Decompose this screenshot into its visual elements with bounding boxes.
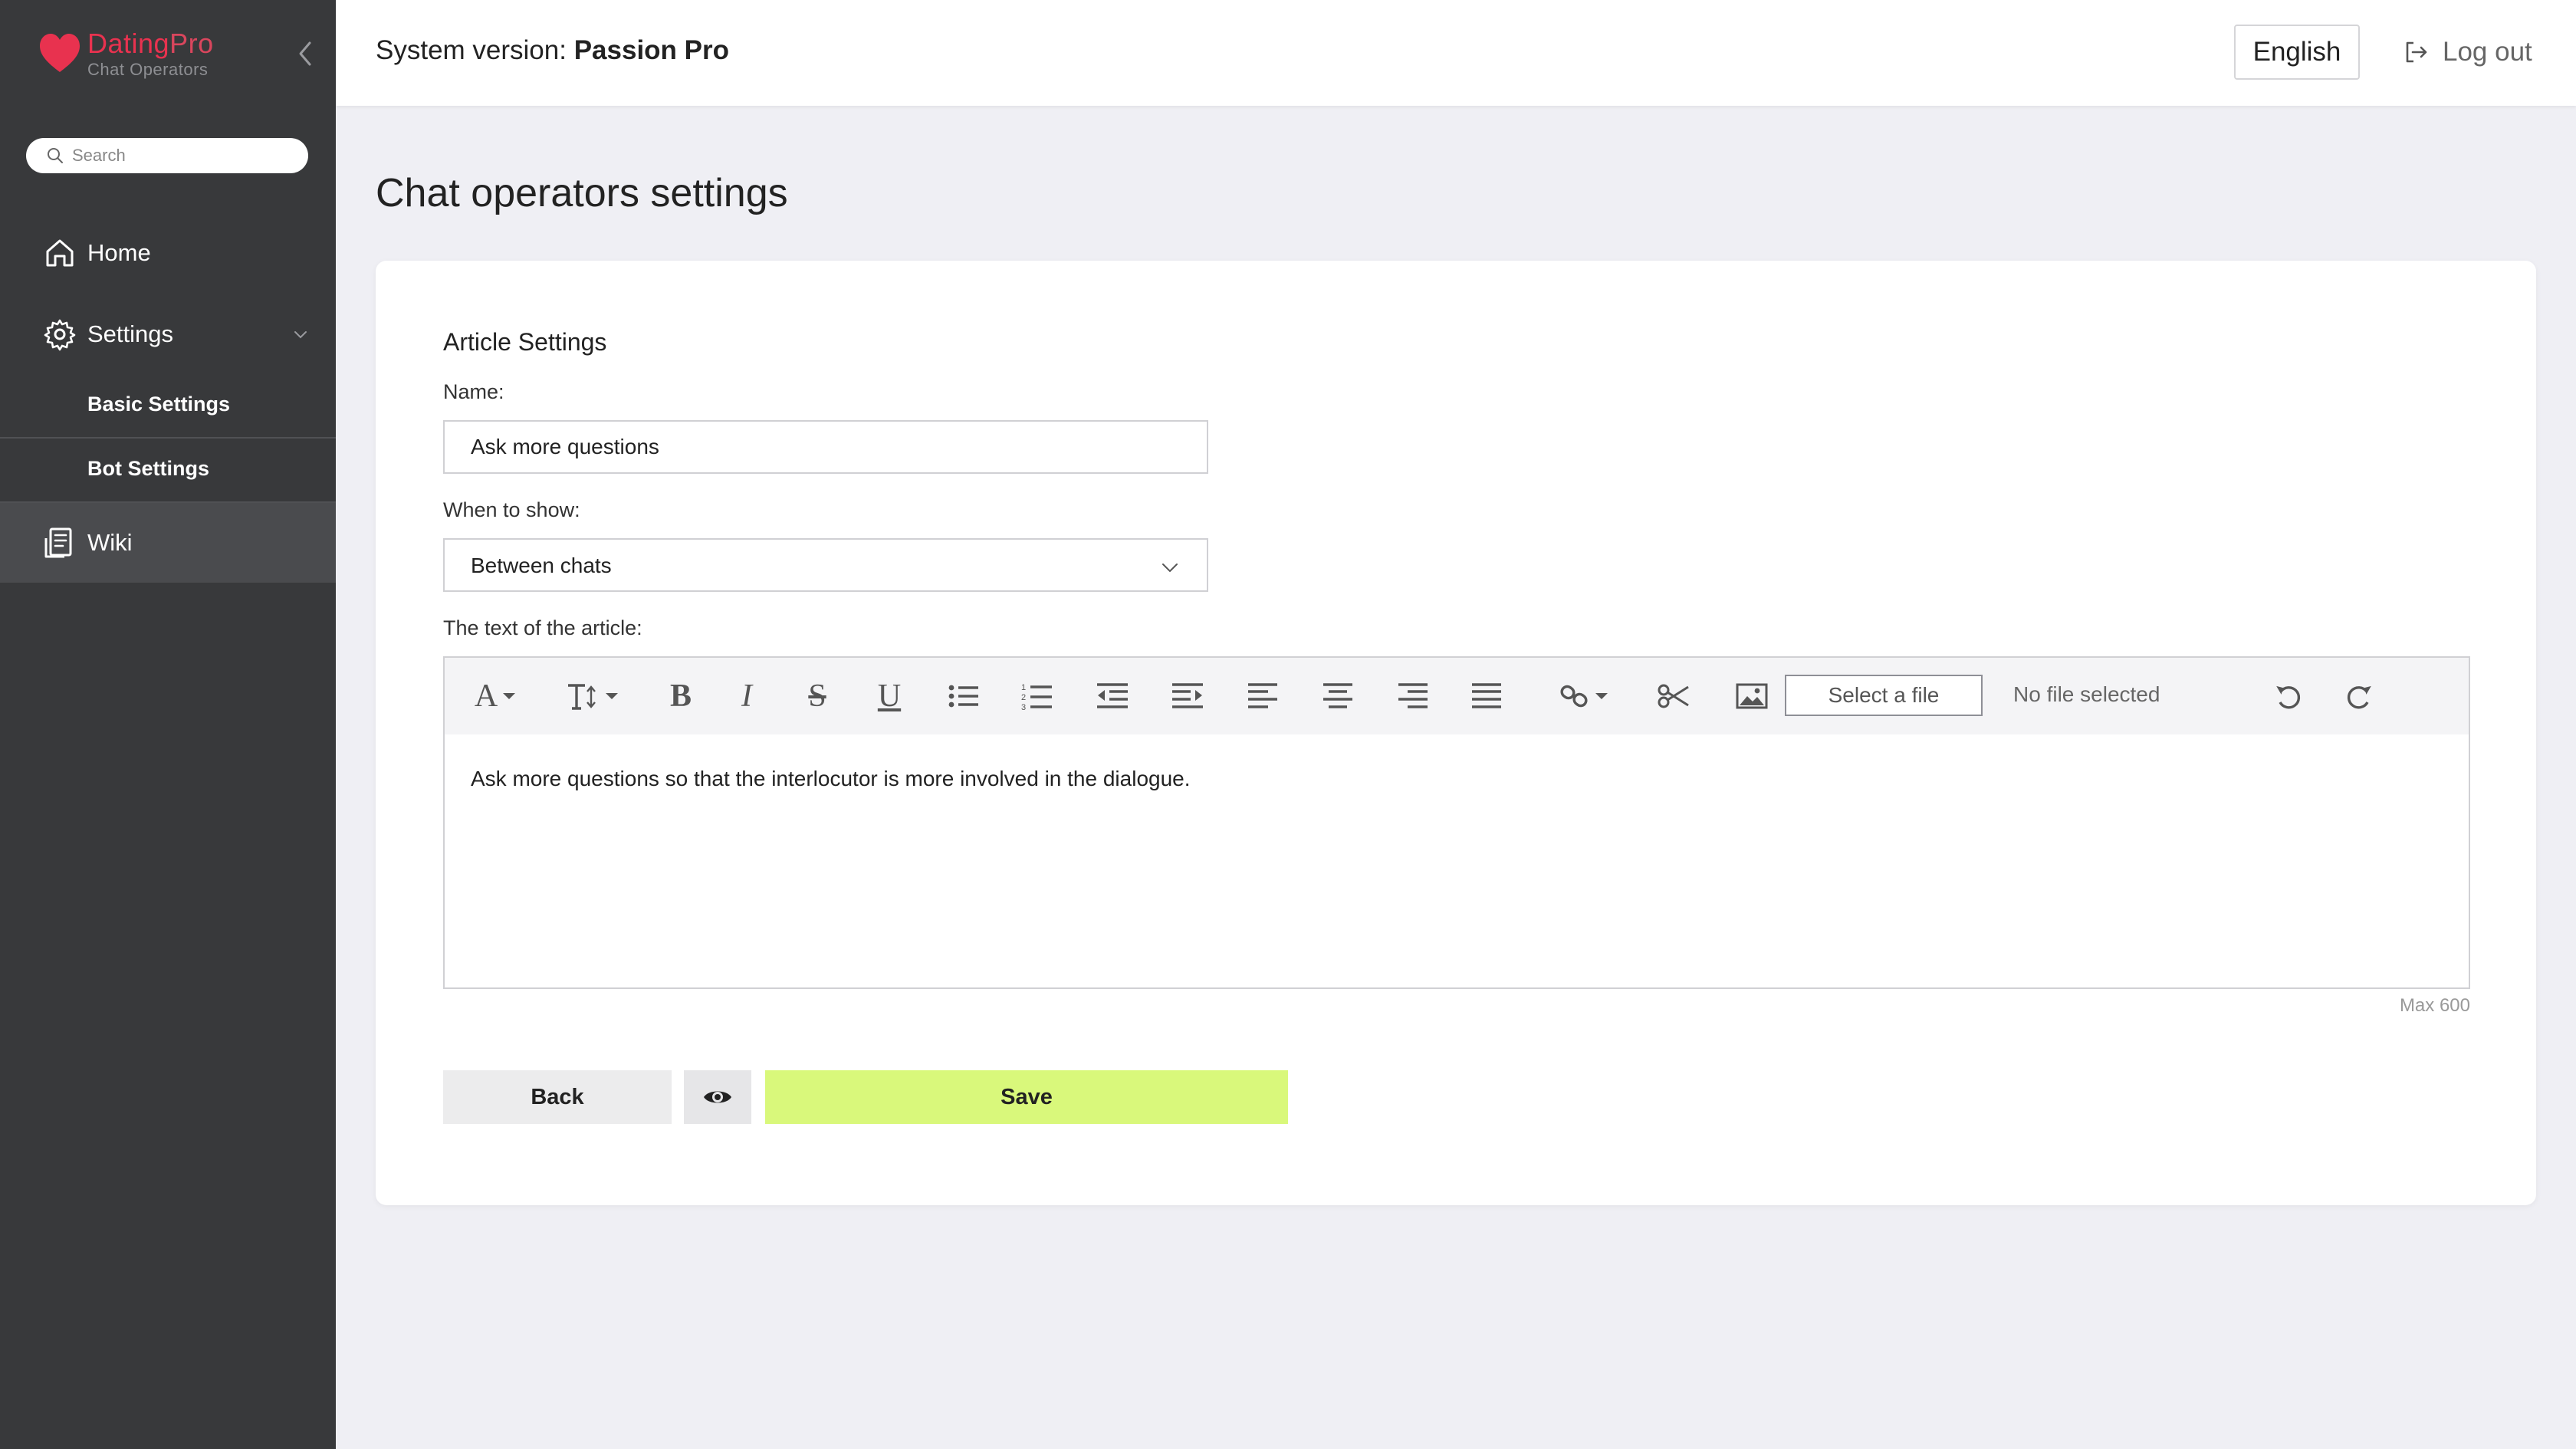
- align-right-button[interactable]: [1394, 678, 1432, 715]
- svg-text:1: 1: [1021, 683, 1026, 692]
- gear-icon: [44, 319, 76, 351]
- eye-icon: [704, 1091, 731, 1103]
- bold-icon: B: [669, 678, 692, 714]
- search-icon: [48, 148, 63, 163]
- when-to-show-label: When to show:: [443, 498, 580, 521]
- chevron-down-icon: [294, 331, 307, 339]
- logo-title: DatingPro: [87, 28, 214, 60]
- underline-icon: U: [877, 678, 902, 714]
- language-button[interactable]: English: [2234, 25, 2360, 80]
- section-title: Article Settings: [443, 328, 607, 356]
- align-justify-icon: [1472, 683, 1501, 708]
- back-button[interactable]: Back: [443, 1070, 672, 1124]
- name-input[interactable]: [445, 422, 1207, 472]
- preview-button[interactable]: [684, 1070, 751, 1124]
- sidebar-subitem-label: Basic Settings: [87, 393, 231, 416]
- strikethrough-button[interactable]: S: [799, 678, 836, 715]
- sidebar-item-basic-settings[interactable]: Basic Settings: [0, 374, 336, 439]
- undo-icon: [2276, 685, 2301, 709]
- sidebar-item-bot-settings[interactable]: Bot Settings: [0, 439, 336, 503]
- caret-down-icon: [606, 693, 618, 699]
- logo-subtitle: Chat Operators: [87, 60, 209, 79]
- rich-text-editor: A B I S U 1 2 3 Select a file No file se…: [443, 656, 2470, 989]
- bold-button[interactable]: B: [664, 678, 698, 715]
- home-icon: [46, 239, 74, 267]
- align-center-icon: [1323, 683, 1352, 708]
- numbered-list-icon: 1 2 3: [1021, 683, 1052, 711]
- svg-text:2: 2: [1021, 693, 1026, 702]
- strikethrough-icon: S: [808, 678, 826, 714]
- sidebar-item-home[interactable]: Home: [0, 215, 336, 291]
- logo-brand: Dating: [87, 28, 170, 59]
- select-file-button[interactable]: Select a file: [1785, 675, 1983, 716]
- caret-down-icon: [503, 693, 516, 699]
- caret-down-icon: [1595, 693, 1608, 699]
- link-button[interactable]: [1553, 678, 1615, 715]
- system-version-value: Passion Pro: [573, 35, 729, 65]
- align-justify-button[interactable]: [1467, 678, 1506, 715]
- undo-button[interactable]: [2269, 678, 2308, 715]
- logout-label: Log out: [2443, 37, 2532, 67]
- settings-card: Article Settings Name: When to show: Bet…: [376, 261, 2536, 1205]
- font-color-icon: A: [474, 678, 498, 714]
- logout-button[interactable]: Log out: [2403, 31, 2532, 74]
- font-size-button[interactable]: [560, 678, 626, 715]
- font-size-icon: [568, 684, 596, 710]
- when-to-show-select[interactable]: Between chats: [443, 538, 1208, 592]
- scissors-icon: [1658, 684, 1689, 708]
- numbered-list-button[interactable]: 1 2 3: [1018, 678, 1056, 715]
- redo-icon: [2347, 685, 2371, 709]
- page-title: Chat operators settings: [376, 171, 788, 215]
- align-left-button[interactable]: [1244, 678, 1282, 715]
- insert-image-button[interactable]: [1733, 678, 1771, 715]
- redo-button[interactable]: [2340, 678, 2378, 715]
- cut-button[interactable]: [1654, 678, 1693, 715]
- collapse-sidebar-button[interactable]: [291, 38, 319, 69]
- indent-icon: [1172, 683, 1203, 708]
- font-color-button[interactable]: A: [466, 678, 524, 715]
- sidebar: DatingPro Chat Operators Home Settings B…: [0, 0, 336, 1449]
- system-version: System version: Passion Pro: [376, 35, 729, 66]
- article-text-label: The text of the article:: [443, 616, 642, 639]
- logout-icon: [2406, 41, 2427, 63]
- italic-icon: I: [741, 678, 752, 714]
- bullet-list-button[interactable]: [945, 678, 983, 715]
- file-status: No file selected: [2013, 682, 2160, 706]
- top-header: System version: Passion Pro English Log …: [336, 0, 2576, 106]
- align-left-icon: [1248, 683, 1277, 708]
- outdent-icon: [1097, 683, 1128, 708]
- max-length-note: Max 600: [2399, 995, 2470, 1016]
- sidebar-item-label: Home: [87, 239, 151, 266]
- search-input[interactable]: [72, 143, 294, 169]
- align-right-icon: [1398, 683, 1428, 708]
- save-button[interactable]: Save: [765, 1070, 1288, 1124]
- editor-toolbar: A B I S U 1 2 3 Select a file No file se…: [445, 658, 2469, 734]
- logo[interactable]: DatingPro Chat Operators: [40, 26, 270, 81]
- system-version-label: System version:: [376, 35, 567, 65]
- heart-logo-icon: [40, 34, 80, 72]
- name-field-wrapper: [443, 420, 1208, 474]
- name-label: Name:: [443, 380, 504, 403]
- svg-text:3: 3: [1021, 703, 1026, 711]
- sidebar-subitem-label: Bot Settings: [87, 457, 209, 480]
- search-box: [26, 138, 308, 173]
- chevron-left-icon: [299, 41, 311, 66]
- sidebar-item-label: Wiki: [87, 529, 133, 556]
- chevron-down-icon: [1162, 564, 1178, 573]
- underline-button[interactable]: U: [871, 678, 908, 715]
- when-to-show-value: Between chats: [471, 554, 612, 577]
- outdent-button[interactable]: [1093, 678, 1132, 715]
- image-icon: [1736, 683, 1768, 709]
- logo-brand-suffix: Pro: [169, 28, 214, 59]
- indent-button[interactable]: [1168, 678, 1207, 715]
- wiki-icon: [44, 527, 72, 558]
- link-icon: [1560, 685, 1588, 708]
- align-center-button[interactable]: [1319, 678, 1357, 715]
- editor-content[interactable]: Ask more questions so that the interlocu…: [471, 767, 1191, 791]
- sidebar-item-label: Settings: [87, 320, 174, 347]
- italic-button[interactable]: I: [730, 678, 764, 715]
- bullet-list-icon: [948, 685, 978, 708]
- sidebar-item-settings[interactable]: Settings: [0, 296, 336, 373]
- sidebar-item-wiki[interactable]: Wiki: [0, 503, 336, 583]
